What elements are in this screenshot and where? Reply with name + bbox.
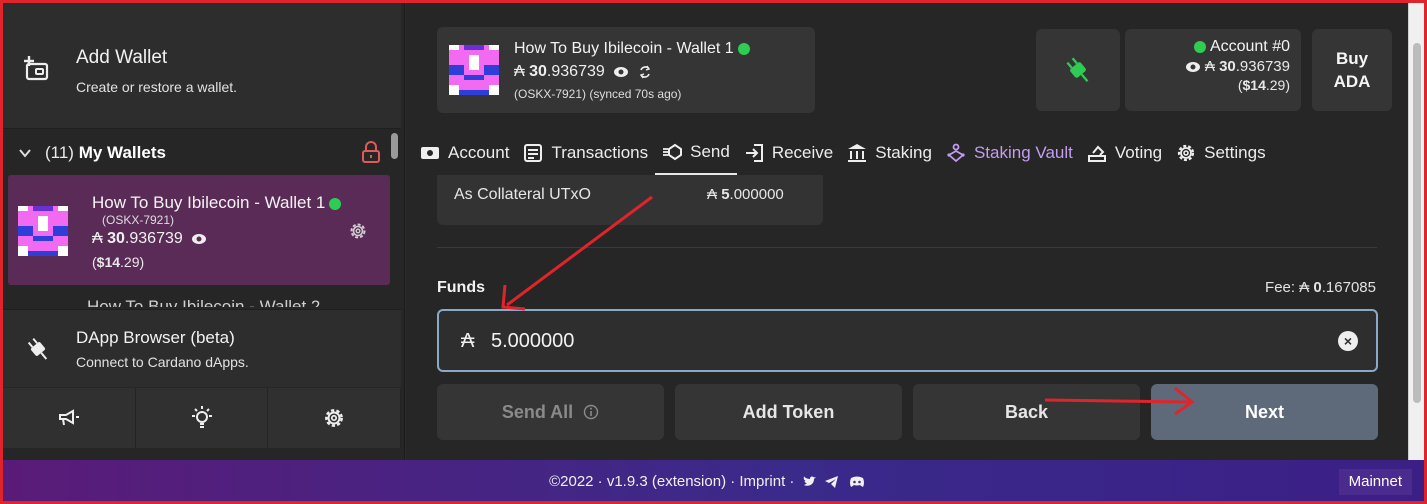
footer: ©2022 · v1.9.3 (extension) · Imprint · M… [3, 460, 1424, 501]
info-icon [583, 404, 599, 420]
discord-icon[interactable] [849, 476, 865, 488]
clear-icon[interactable]: × [1338, 331, 1358, 351]
sidebar-scrollbar[interactable] [390, 131, 400, 309]
account-icon [421, 147, 439, 159]
dapp-browser-button[interactable]: DApp Browser (beta) Connect to Cardano d… [3, 309, 401, 387]
account-usd: ($14.29) [1237, 77, 1290, 93]
ada-symbol: ₳ [461, 330, 475, 352]
wallet-list-item-selected[interactable]: How To Buy Ibilecoin - Wallet 1 (OSKX-79… [8, 175, 390, 285]
eye-icon[interactable] [1185, 61, 1201, 73]
app-settings-button[interactable] [268, 388, 402, 448]
announcements-button[interactable] [3, 388, 136, 448]
add-wallet-button[interactable]: Add Wallet Create or restore a wallet. [3, 3, 401, 129]
status-dot-icon [329, 197, 342, 210]
sidebar: Add Wallet Create or restore a wallet. (… [3, 3, 405, 460]
wallet-code: (OSKX-7921) [102, 213, 175, 227]
app-window: Add Wallet Create or restore a wallet. (… [0, 0, 1427, 504]
lock-icon[interactable] [361, 141, 381, 163]
wallet-list-item-peek[interactable]: How To Buy Ibilecoin - Wallet 2 [87, 293, 320, 307]
add-wallet-icon [24, 56, 49, 81]
send-all-button[interactable]: Send All [437, 384, 664, 440]
my-wallets-title: My Wallets [78, 143, 166, 162]
buy-ada-button[interactable]: Buy ADA [1312, 29, 1392, 111]
add-wallet-subtitle: Create or restore a wallet. [76, 79, 238, 95]
account-balance: ₳ 30.936739 [1125, 58, 1290, 75]
add-wallet-title: Add Wallet [76, 47, 168, 68]
sync-icon[interactable] [638, 65, 652, 79]
tab-voting[interactable]: Voting [1080, 131, 1169, 175]
account-selector[interactable]: Account #0 ₳ 30.936739 ($14.29) [1125, 29, 1301, 111]
send-content: As Collateral UTxO ₳ 5.000000 Funds Fee:… [406, 175, 1411, 460]
amount-input[interactable]: ₳ 5.000000 × [437, 309, 1378, 372]
tab-transactions[interactable]: Transactions [516, 131, 655, 175]
gear-icon[interactable] [348, 221, 368, 241]
page-scrollbar[interactable] [1408, 3, 1424, 460]
status-dot-icon [1193, 40, 1206, 53]
back-button[interactable]: Back [913, 384, 1140, 440]
wallet-name: How To Buy Ibilecoin - Wallet 1 [92, 193, 342, 213]
sidebar-bottom-buttons [3, 388, 402, 448]
staking-icon [848, 144, 867, 162]
my-wallets-label: (11) My Wallets [45, 143, 166, 163]
dapp-connector-button[interactable] [1036, 29, 1120, 111]
tab-send[interactable]: Send [655, 131, 737, 175]
collateral-value: ₳ 5.000000 [707, 186, 784, 203]
telegram-icon[interactable] [824, 476, 839, 489]
settings-icon [1178, 144, 1195, 162]
wallet-avatar [449, 45, 499, 95]
wallet-count: (11) [45, 143, 74, 162]
wallet-usd: ($14.29) [92, 254, 145, 270]
add-token-button[interactable]: Add Token [675, 384, 902, 440]
current-wallet-card[interactable]: How To Buy Ibilecoin - Wallet 1 ₳ 30.936… [437, 27, 815, 113]
tips-button[interactable] [135, 388, 269, 448]
tab-settings[interactable]: Settings [1169, 131, 1272, 175]
lightbulb-icon [191, 406, 212, 428]
collateral-label: As Collateral UTxO [454, 186, 591, 203]
tab-staking-vault[interactable]: Staking Vault [939, 131, 1080, 175]
sync-status: (OSKX-7921) (synced 70s ago) [514, 87, 682, 101]
eye-icon[interactable] [191, 233, 207, 245]
footer-text: ©2022 · v1.9.3 (extension) · Imprint · [3, 473, 1411, 490]
voting-icon [1087, 145, 1106, 162]
send-actions: Send All Add Token Back Next [437, 384, 1378, 440]
plug-icon [1066, 57, 1089, 83]
receive-icon [745, 144, 763, 162]
tab-staking[interactable]: Staking [840, 131, 939, 175]
status-dot-icon [737, 42, 750, 55]
staking-vault-icon [947, 143, 965, 163]
collateral-card: As Collateral UTxO ₳ 5.000000 [437, 175, 823, 225]
current-wallet-name: How To Buy Ibilecoin - Wallet 1 [514, 40, 750, 58]
twitter-icon[interactable] [803, 476, 817, 488]
main-tabs: Account Transactions Send Receive Stakin… [406, 131, 1411, 175]
gear-icon [325, 409, 344, 427]
divider [437, 247, 1377, 248]
tab-account[interactable]: Account [406, 131, 516, 175]
dapp-title: DApp Browser (beta) [76, 328, 235, 347]
next-button[interactable]: Next [1151, 384, 1378, 440]
wallet-balance: ₳ 30.936739 [92, 230, 207, 248]
tab-receive[interactable]: Receive [737, 131, 840, 175]
wallet-avatar [18, 206, 68, 256]
send-icon [663, 143, 683, 161]
funds-label: Funds [437, 279, 485, 296]
fee-label: Fee: ₳ 0.167085 [1265, 279, 1376, 296]
eye-icon[interactable] [613, 66, 629, 78]
account-label: Account #0 [1125, 38, 1290, 56]
current-wallet-balance: ₳ 30.936739 [514, 63, 652, 81]
network-badge[interactable]: Mainnet [1338, 469, 1412, 495]
amount-value[interactable]: 5.000000 [491, 330, 574, 353]
my-wallets-header[interactable]: (11) My Wallets [3, 131, 388, 175]
megaphone-icon [58, 409, 79, 426]
main-panel: How To Buy Ibilecoin - Wallet 1 ₳ 30.936… [406, 3, 1411, 460]
transactions-icon [524, 144, 543, 162]
dapp-subtitle: Connect to Cardano dApps. [76, 354, 249, 370]
chevron-down-icon [19, 145, 31, 161]
plug-icon [27, 338, 48, 360]
